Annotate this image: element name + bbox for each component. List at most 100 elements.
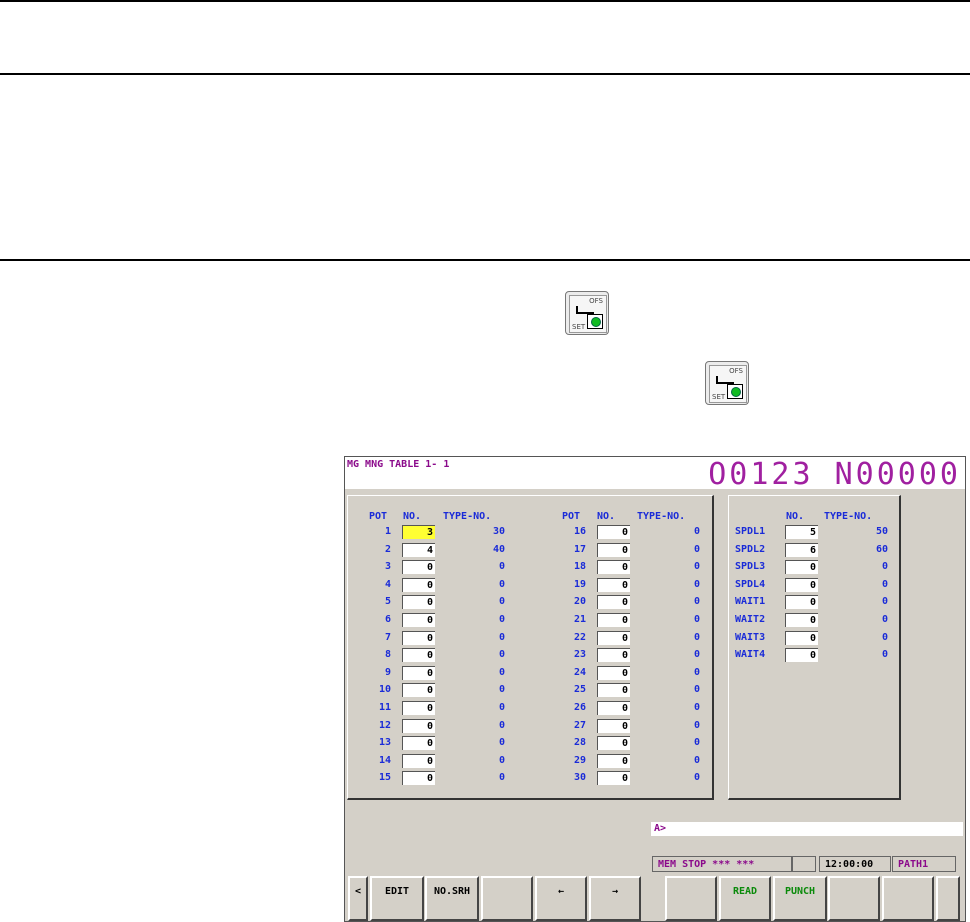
tool-number-field[interactable]: 0 bbox=[597, 683, 630, 698]
softkey-blank-3[interactable] bbox=[828, 876, 880, 921]
softkey-blank-2[interactable] bbox=[665, 876, 717, 921]
tool-number-field[interactable]: 0 bbox=[597, 560, 630, 575]
tool-number-field[interactable]: 0 bbox=[402, 560, 435, 575]
type-number: 0 bbox=[498, 561, 505, 573]
tool-number-field[interactable]: 0 bbox=[402, 595, 435, 610]
tool-number-field[interactable]: 0 bbox=[597, 577, 630, 592]
column-header: NO. bbox=[403, 511, 422, 522]
spindle-label: WAIT2 bbox=[735, 614, 766, 625]
pot-number: 23 bbox=[573, 649, 586, 661]
column-header: TYPE-NO. bbox=[443, 511, 492, 522]
type-number: 0 bbox=[498, 649, 505, 661]
screen-title: MG MNG TABLE 1- 1 bbox=[347, 459, 450, 470]
tool-number-field[interactable]: 0 bbox=[597, 648, 630, 663]
type-number: 0 bbox=[693, 631, 700, 643]
softkey-read[interactable]: READ bbox=[719, 876, 771, 921]
tool-number-field[interactable]: 0 bbox=[597, 542, 630, 557]
type-number: 0 bbox=[498, 702, 505, 713]
tool-number-field[interactable]: 0 bbox=[402, 701, 435, 715]
tool-number-field[interactable]: 0 bbox=[597, 665, 630, 680]
pot-number: 30 bbox=[573, 772, 586, 784]
status-path: PATH1 bbox=[892, 856, 956, 872]
spindle-tool-number-field[interactable]: 0 bbox=[785, 577, 818, 592]
softkey-edit[interactable]: EDIT bbox=[370, 876, 424, 921]
type-number: 0 bbox=[498, 666, 505, 678]
spindle-label: WAIT4 bbox=[735, 649, 766, 661]
spindle-tool-number-field[interactable]: 0 bbox=[785, 630, 818, 645]
tool-number-field[interactable]: 0 bbox=[402, 736, 435, 751]
tool-number-field[interactable]: 0 bbox=[402, 753, 435, 768]
pot-number: 1 bbox=[384, 526, 391, 537]
type-number: 0 bbox=[498, 578, 505, 590]
softkey-blank-4[interactable] bbox=[882, 876, 934, 921]
softkey-cursor-left[interactable]: ← bbox=[535, 876, 587, 921]
type-number: 0 bbox=[693, 561, 700, 573]
status-mode: MEM STOP *** *** bbox=[652, 856, 792, 872]
pot-number: 16 bbox=[573, 526, 586, 537]
tool-number-field[interactable]: 0 bbox=[597, 701, 630, 715]
type-number: 0 bbox=[693, 614, 700, 625]
softkey-cursor-right[interactable]: → bbox=[589, 876, 641, 921]
tool-number-field[interactable]: 0 bbox=[597, 771, 630, 786]
tool-number-field[interactable]: 3 bbox=[402, 525, 435, 539]
tool-number-field[interactable]: 4 bbox=[402, 542, 435, 557]
spindle-tool-number-field[interactable]: 0 bbox=[785, 613, 818, 627]
top-rule bbox=[0, 0, 970, 2]
program-number: O0123 N00000 bbox=[708, 457, 961, 492]
type-number: 0 bbox=[498, 684, 505, 696]
tool-number-field[interactable]: 0 bbox=[402, 771, 435, 786]
pot-number: 12 bbox=[378, 719, 391, 731]
type-number: 0 bbox=[498, 719, 505, 731]
pot-number: 2 bbox=[384, 543, 391, 555]
pot-number: 19 bbox=[573, 578, 586, 590]
type-number: 0 bbox=[498, 737, 505, 749]
tool-number-field[interactable]: 0 bbox=[597, 630, 630, 645]
softkey-no-search[interactable]: NO.SRH bbox=[425, 876, 479, 921]
tool-number-field[interactable]: 0 bbox=[597, 613, 630, 627]
pot-number: 4 bbox=[384, 578, 391, 590]
pot-number: 6 bbox=[384, 614, 391, 625]
tool-number-field[interactable]: 0 bbox=[597, 595, 630, 610]
ofs-set-key-icon: OFS SET bbox=[565, 291, 609, 335]
spindle-tool-number-field[interactable]: 0 bbox=[785, 648, 818, 663]
section-rule-2 bbox=[0, 259, 970, 261]
spindle-label: WAIT1 bbox=[735, 596, 766, 608]
spindle-tool-number-field[interactable]: 0 bbox=[785, 595, 818, 610]
spindle-type-number: 0 bbox=[881, 614, 888, 625]
pot-number: 9 bbox=[384, 666, 391, 678]
tool-number-field[interactable]: 0 bbox=[402, 648, 435, 663]
softkey-next[interactable] bbox=[936, 876, 960, 921]
tool-number-field[interactable]: 0 bbox=[597, 718, 630, 733]
tool-number-field[interactable]: 0 bbox=[402, 665, 435, 680]
tool-number-field[interactable]: 0 bbox=[402, 683, 435, 698]
tool-number-field[interactable]: 0 bbox=[402, 577, 435, 592]
spindle-type-number: 0 bbox=[881, 596, 888, 608]
spindle-tool-number-field[interactable]: 6 bbox=[785, 542, 818, 557]
softkey-prev[interactable]: < bbox=[348, 876, 368, 921]
type-number: 0 bbox=[693, 754, 700, 766]
column-header: POT bbox=[562, 511, 581, 522]
tool-number-field[interactable]: 0 bbox=[402, 718, 435, 733]
tool-number-field[interactable]: 0 bbox=[597, 525, 630, 539]
spindle-tool-number-field[interactable]: 5 bbox=[785, 525, 818, 539]
spindle-tool-number-field[interactable]: 0 bbox=[785, 560, 818, 575]
type-number: 0 bbox=[693, 737, 700, 749]
tool-number-field[interactable]: 0 bbox=[402, 613, 435, 627]
type-number: 0 bbox=[498, 631, 505, 643]
column-header: TYPE-NO. bbox=[824, 511, 873, 522]
tool-number-field[interactable]: 0 bbox=[402, 630, 435, 645]
key-input-line[interactable]: A> bbox=[651, 822, 963, 836]
tool-number-field[interactable]: 0 bbox=[597, 753, 630, 768]
softkey-blank-1[interactable] bbox=[481, 876, 533, 921]
spindle-type-number: 60 bbox=[875, 543, 888, 555]
section-rule-1 bbox=[0, 73, 970, 75]
column-header: NO. bbox=[597, 511, 616, 522]
column-header: NO. bbox=[786, 511, 805, 522]
type-number: 0 bbox=[693, 684, 700, 696]
softkey-punch[interactable]: PUNCH bbox=[773, 876, 827, 921]
column-header: POT bbox=[369, 511, 388, 522]
tool-number-field[interactable]: 0 bbox=[597, 736, 630, 751]
ofs-set-key-icon: OFS SET bbox=[705, 361, 749, 405]
pot-number: 8 bbox=[384, 649, 391, 661]
pot-number: 14 bbox=[378, 754, 391, 766]
